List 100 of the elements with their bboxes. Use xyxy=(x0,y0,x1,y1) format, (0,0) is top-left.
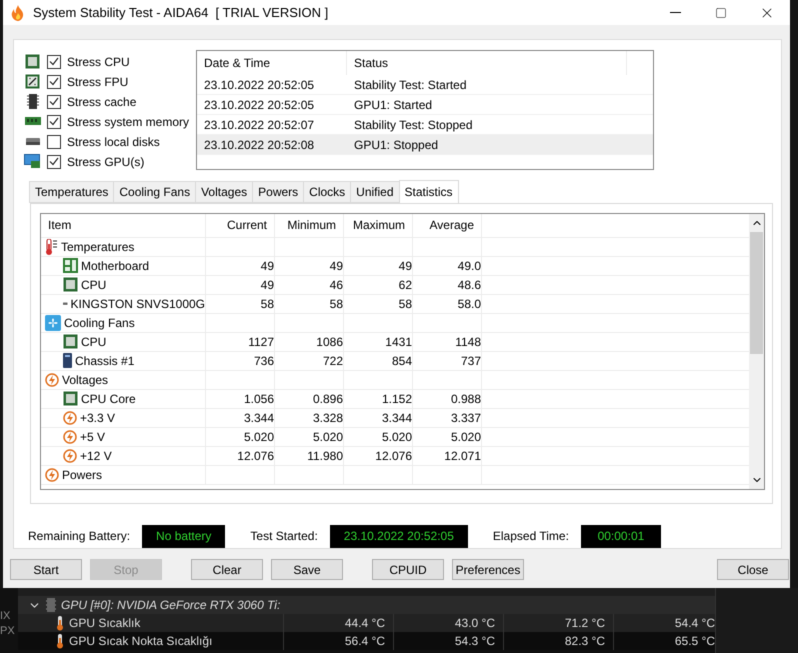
table-cell: 0.896 xyxy=(275,390,344,409)
dialog-button[interactable]: Preferences xyxy=(452,559,524,580)
tree-item[interactable]: Motherboard xyxy=(41,256,206,276)
chip-icon xyxy=(25,54,40,69)
table-cell: 3.344 xyxy=(206,408,275,428)
cut-off-text: PX xyxy=(0,625,16,637)
thermometer-icon xyxy=(45,238,58,255)
table-cell: 49 xyxy=(206,276,275,295)
tree-item[interactable]: +12 V xyxy=(41,446,206,466)
checkbox[interactable] xyxy=(47,114,61,128)
table-cell-text: GPU1: Stopped xyxy=(353,136,440,154)
cut-off-text: IX xyxy=(0,610,12,622)
table-cell: 737 xyxy=(413,352,482,371)
tree-item[interactable]: CPU xyxy=(41,276,206,295)
tab[interactable]: Clocks xyxy=(303,180,352,203)
dialog-button[interactable]: Save xyxy=(271,559,343,580)
drive-icon xyxy=(26,138,40,145)
tab[interactable]: Unified xyxy=(350,180,400,203)
check-icon xyxy=(49,117,59,126)
sensor-value: 82.3 °C xyxy=(503,632,613,650)
option-label: Stress CPU xyxy=(67,54,130,68)
status-label: Remaining Battery: xyxy=(28,529,130,544)
checkbox[interactable] xyxy=(47,94,61,108)
ram-module-icon xyxy=(24,117,40,126)
tree-item[interactable]: CPU Core xyxy=(41,390,206,409)
status-display: 23.10.2022 20:52:05 xyxy=(330,524,468,548)
checkbox[interactable] xyxy=(47,54,61,68)
minimize-icon xyxy=(670,12,680,13)
table-cell: 48.6 xyxy=(413,276,482,295)
tab[interactable]: Cooling Fans xyxy=(113,180,196,203)
dialog-button[interactable]: Start xyxy=(10,559,82,580)
drive-icon xyxy=(63,300,68,308)
lightning-icon xyxy=(45,468,59,482)
option-label: Stress local disks xyxy=(67,134,160,148)
table-cell: 1127 xyxy=(206,332,275,352)
table-cell: 12.071 xyxy=(413,446,482,466)
scrollbar[interactable] xyxy=(749,214,764,489)
table-cell-text: GPU1: Started xyxy=(353,96,434,114)
table-cell: 736 xyxy=(206,352,275,371)
column-header[interactable]: Minimum xyxy=(275,214,344,238)
table-cell: 49 xyxy=(206,256,275,276)
memory-chip-icon xyxy=(26,94,38,109)
check-icon xyxy=(49,57,59,66)
percent-chip-icon xyxy=(25,74,40,89)
column-header[interactable]: Maximum xyxy=(344,214,413,238)
tree-group[interactable]: Temperatures xyxy=(41,238,206,257)
tab[interactable]: Voltages xyxy=(195,180,254,203)
tree-group[interactable]: Voltages xyxy=(41,370,206,390)
tab[interactable]: Powers xyxy=(252,180,304,203)
checkbox[interactable] xyxy=(47,74,61,88)
column-header[interactable]: Current xyxy=(206,214,275,238)
tree-group[interactable]: Cooling Fans xyxy=(41,314,206,333)
table-cell: 1148 xyxy=(413,332,482,352)
lightning-icon xyxy=(63,430,77,444)
option-label: Stress system memory xyxy=(67,114,190,128)
checkbox[interactable] xyxy=(47,154,61,168)
table-cell: 5.020 xyxy=(275,428,344,447)
checkbox[interactable] xyxy=(47,134,61,148)
column-header[interactable]: Average xyxy=(413,214,482,238)
dialog-button[interactable]: CPUID xyxy=(372,559,444,580)
tree-item[interactable]: CPU xyxy=(41,332,206,352)
table-cell: 5.020 xyxy=(344,428,413,447)
lightning-icon xyxy=(63,448,77,463)
computer-case-icon xyxy=(63,353,72,368)
tree-item[interactable]: +3.3 V xyxy=(41,408,206,428)
table-cell-text: Stability Test: Stopped xyxy=(353,116,474,134)
column-header[interactable]: Item xyxy=(41,214,206,238)
table-cell: 49.0 xyxy=(413,256,482,276)
status-display: No battery xyxy=(142,524,226,548)
thermometer-icon xyxy=(56,616,64,630)
table-cell-text: 23.10.2022 20:52:05 xyxy=(203,76,316,94)
table-cell-text: Stability Test: Started xyxy=(353,76,468,94)
tree-item[interactable]: Chassis #1 xyxy=(41,352,206,371)
tree-item[interactable]: +5 V xyxy=(41,428,206,447)
table-cell: 58 xyxy=(344,294,413,314)
chip-icon xyxy=(63,391,78,406)
tree-item[interactable]: KINGSTON SNVS1000G xyxy=(41,294,206,314)
table-cell: 12.076 xyxy=(344,446,413,466)
table-cell: 1086 xyxy=(275,332,344,352)
monitor-card-icon xyxy=(24,154,41,169)
tree-group[interactable]: Powers xyxy=(41,466,206,485)
table-cell-text: 23.10.2022 20:52:07 xyxy=(203,116,316,134)
table-cell: 1.056 xyxy=(206,390,275,409)
table-cell-text: 23.10.2022 20:52:08 xyxy=(203,136,316,154)
dialog-button[interactable]: Clear xyxy=(191,559,263,580)
table-cell: 1.152 xyxy=(344,390,413,409)
table-cell: 722 xyxy=(275,352,344,371)
chip-icon xyxy=(63,277,78,292)
dialog-button[interactable]: Close xyxy=(717,559,789,580)
tab[interactable]: Temperatures xyxy=(29,180,114,203)
status-label: Elapsed Time: xyxy=(492,529,569,544)
table-cell-text: 23.10.2022 20:52:05 xyxy=(203,96,316,114)
tab[interactable]: Statistics xyxy=(398,180,459,203)
check-icon xyxy=(49,157,59,166)
log-row[interactable]: 23.10.2022 20:52:08 GPU1: Stopped xyxy=(197,135,653,155)
table-cell: 1431 xyxy=(344,332,413,352)
status-label: Test Started: xyxy=(250,529,318,544)
table-cell: 854 xyxy=(344,352,413,371)
motherboard-icon xyxy=(63,258,78,274)
table-cell: 58.0 xyxy=(413,294,482,314)
